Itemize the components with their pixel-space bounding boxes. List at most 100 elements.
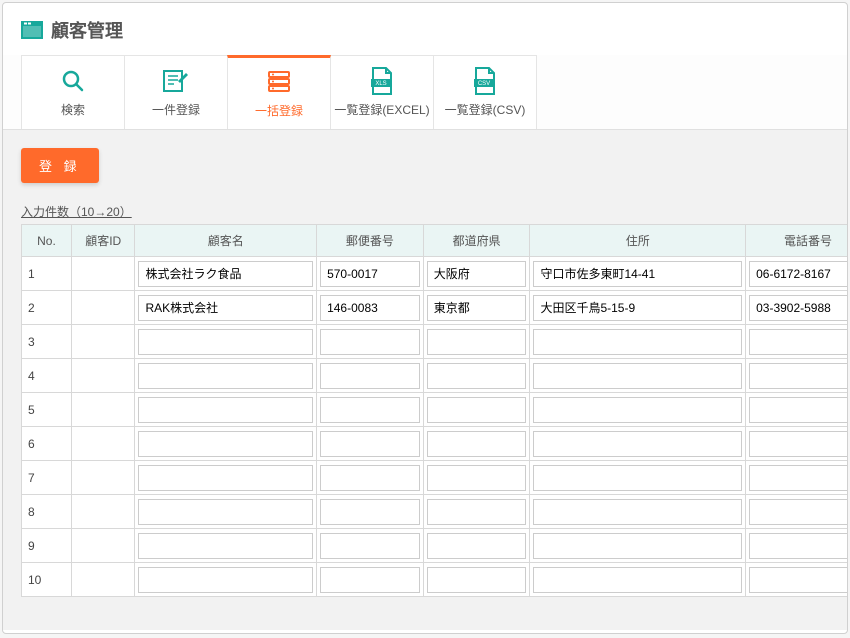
- telephone-input[interactable]: [749, 567, 847, 593]
- postal-input[interactable]: [320, 567, 420, 593]
- col-pref: 都道府県: [423, 225, 530, 257]
- content-area: 登 録 入力件数（10→20） No. 顧客ID 顧客名 郵便番号 都道府県 住…: [3, 130, 847, 630]
- col-no: No.: [22, 225, 72, 257]
- prefecture-input[interactable]: [427, 465, 527, 491]
- page-header: 顧客管理: [3, 3, 847, 55]
- tab-label: 一覧登録(CSV): [445, 101, 526, 118]
- row-number: 2: [22, 291, 71, 324]
- postal-input[interactable]: [320, 431, 420, 457]
- postal-input[interactable]: [320, 465, 420, 491]
- table-row: 2: [22, 291, 848, 325]
- customer-name-input[interactable]: [138, 533, 313, 559]
- address-input[interactable]: [533, 261, 742, 287]
- telephone-input[interactable]: [749, 329, 847, 355]
- row-number: 7: [22, 461, 71, 494]
- customer-id-cell: [72, 393, 135, 426]
- address-input[interactable]: [533, 397, 742, 423]
- table-row: 5: [22, 393, 848, 427]
- postal-input[interactable]: [320, 329, 420, 355]
- address-input[interactable]: [533, 295, 742, 321]
- customer-name-input[interactable]: [138, 363, 313, 389]
- telephone-input[interactable]: [749, 295, 847, 321]
- tab-list-csv[interactable]: CSV 一覧登録(CSV): [433, 55, 537, 129]
- table-scroll[interactable]: No. 顧客ID 顧客名 郵便番号 都道府県 住所 電話番号 123456789…: [21, 224, 847, 597]
- customer-id-cell: [72, 427, 135, 460]
- tab-label: 一括登録: [255, 102, 303, 119]
- telephone-input[interactable]: [749, 363, 847, 389]
- csv-file-icon: CSV: [473, 67, 497, 95]
- table-row: 9: [22, 529, 848, 563]
- input-count-link[interactable]: 入力件数（10→20）: [21, 203, 132, 220]
- row-number: 9: [22, 529, 71, 562]
- col-name: 顧客名: [135, 225, 317, 257]
- tab-label: 検索: [61, 101, 85, 118]
- prefecture-input[interactable]: [427, 533, 527, 559]
- table-row: 6: [22, 427, 848, 461]
- address-input[interactable]: [533, 431, 742, 457]
- customer-name-input[interactable]: [138, 567, 313, 593]
- customer-name-input[interactable]: [138, 397, 313, 423]
- postal-input[interactable]: [320, 397, 420, 423]
- prefecture-input[interactable]: [427, 567, 527, 593]
- customer-name-input[interactable]: [138, 261, 313, 287]
- stack-icon: [266, 68, 292, 96]
- row-number: 10: [22, 563, 71, 596]
- telephone-input[interactable]: [749, 499, 847, 525]
- customer-id-cell: [72, 461, 135, 494]
- row-number: 3: [22, 325, 71, 358]
- table-row: 4: [22, 359, 848, 393]
- window-icon: [21, 21, 43, 39]
- customer-id-cell: [72, 563, 135, 596]
- search-icon: [60, 67, 86, 95]
- customer-name-input[interactable]: [138, 431, 313, 457]
- address-input[interactable]: [533, 567, 742, 593]
- telephone-input[interactable]: [749, 465, 847, 491]
- register-button[interactable]: 登 録: [21, 148, 99, 183]
- address-input[interactable]: [533, 465, 742, 491]
- table-row: 10: [22, 563, 848, 597]
- prefecture-input[interactable]: [427, 431, 527, 457]
- postal-input[interactable]: [320, 363, 420, 389]
- customer-id-cell: [72, 359, 135, 392]
- customer-name-input[interactable]: [138, 499, 313, 525]
- telephone-input[interactable]: [749, 397, 847, 423]
- table-row: 3: [22, 325, 848, 359]
- svg-text:CSV: CSV: [478, 81, 490, 87]
- customer-name-input[interactable]: [138, 295, 313, 321]
- tab-bulk-register[interactable]: 一括登録: [227, 55, 331, 129]
- row-number: 8: [22, 495, 71, 528]
- tab-search[interactable]: 検索: [21, 55, 125, 129]
- prefecture-input[interactable]: [427, 499, 527, 525]
- telephone-input[interactable]: [749, 533, 847, 559]
- row-number: 6: [22, 427, 71, 460]
- col-tel: 電話番号: [746, 225, 847, 257]
- tab-list-excel[interactable]: XLS 一覧登録(EXCEL): [330, 55, 434, 129]
- prefecture-input[interactable]: [427, 363, 527, 389]
- prefecture-input[interactable]: [427, 261, 527, 287]
- customer-table: No. 顧客ID 顧客名 郵便番号 都道府県 住所 電話番号 123456789…: [21, 224, 847, 597]
- postal-input[interactable]: [320, 533, 420, 559]
- postal-input[interactable]: [320, 499, 420, 525]
- telephone-input[interactable]: [749, 431, 847, 457]
- row-number: 4: [22, 359, 71, 392]
- tab-single-register[interactable]: 一件登録: [124, 55, 228, 129]
- customer-id-cell: [72, 495, 135, 528]
- postal-input[interactable]: [320, 261, 420, 287]
- customer-id-cell: [72, 529, 135, 562]
- tab-label: 一件登録: [152, 101, 200, 118]
- customer-name-input[interactable]: [138, 329, 313, 355]
- customer-id-cell: [72, 257, 135, 290]
- customer-name-input[interactable]: [138, 465, 313, 491]
- address-input[interactable]: [533, 363, 742, 389]
- postal-input[interactable]: [320, 295, 420, 321]
- address-input[interactable]: [533, 533, 742, 559]
- edit-icon: [162, 67, 190, 95]
- telephone-input[interactable]: [749, 261, 847, 287]
- address-input[interactable]: [533, 329, 742, 355]
- col-id: 顧客ID: [71, 225, 135, 257]
- row-number: 5: [22, 393, 71, 426]
- prefecture-input[interactable]: [427, 397, 527, 423]
- prefecture-input[interactable]: [427, 329, 527, 355]
- prefecture-input[interactable]: [427, 295, 527, 321]
- address-input[interactable]: [533, 499, 742, 525]
